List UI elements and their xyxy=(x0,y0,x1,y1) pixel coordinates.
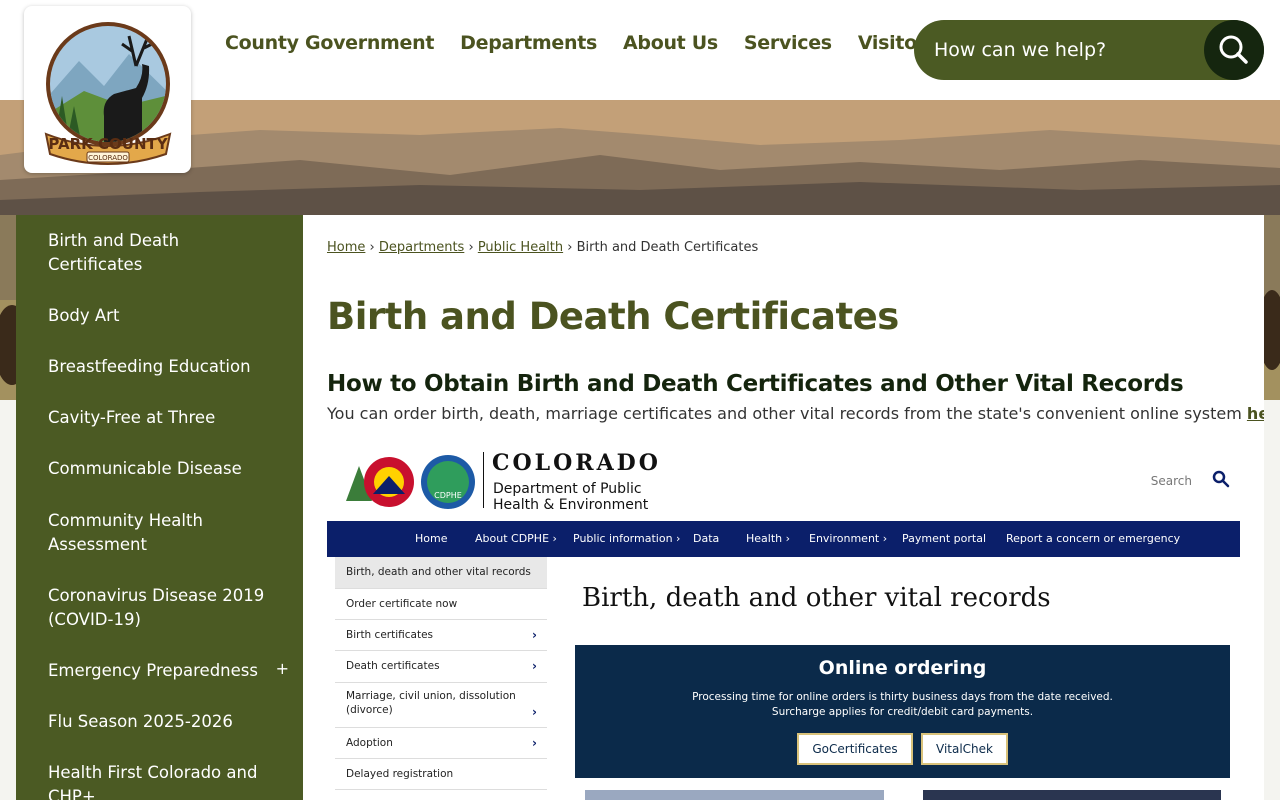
cdphe-screenshot-image[interactable]: CDPHE COLORADO Department of Public Heal… xyxy=(327,440,1240,800)
sidebar-item-body-art[interactable]: Body Art xyxy=(48,304,278,328)
here-link[interactable]: here xyxy=(1247,404,1264,423)
cdphe-side-item: Adoption › xyxy=(335,728,547,759)
sidebar-item-communicable-disease[interactable]: Communicable Disease xyxy=(48,457,278,481)
cdphe-nav-item: About CDPHE › xyxy=(475,532,557,545)
main-nav: County Government Departments About Us S… xyxy=(212,32,950,54)
cdphe-side-item: Order certificate now xyxy=(335,589,547,620)
cdphe-nav-item: Health › xyxy=(746,532,791,545)
thumbnail-image xyxy=(585,790,884,800)
online-ordering-text: Processing time for online orders is thi… xyxy=(575,690,1230,720)
cdphe-nav-item: Environment › xyxy=(809,532,888,545)
nav-about-us[interactable]: About Us xyxy=(623,32,718,54)
nav-departments[interactable]: Departments xyxy=(460,32,597,54)
cdphe-seal-text: CDPHE xyxy=(434,491,462,500)
gocertificates-button: GoCertificates xyxy=(797,733,913,765)
search-input[interactable]: How can we help? xyxy=(934,39,1106,61)
cdphe-side-label: Death certificates xyxy=(346,660,440,672)
cdphe-nav-item: Data xyxy=(693,532,720,545)
cdphe-side-label: Delayed registration xyxy=(346,768,454,780)
chevron-right-icon: › xyxy=(532,659,537,673)
cdphe-side-label: Marriage, civil union, dissolution (divo… xyxy=(346,690,516,716)
box-line-2: Surcharge applies for credit/debit card … xyxy=(771,706,1034,718)
breadcrumb-departments[interactable]: Departments xyxy=(379,240,464,255)
cdphe-side-item: Birth certificates › xyxy=(335,620,547,651)
sidebar-item-birth-death-certificates[interactable]: Birth and Death Certificates xyxy=(48,229,278,277)
cdphe-side-item: Delayed registration xyxy=(335,759,547,790)
sidebar-item-health-first-colorado[interactable]: Health First Colorado and CHP+ xyxy=(48,761,278,800)
breadcrumb: Home › Departments › Public Health › Bir… xyxy=(327,240,758,255)
search-icon xyxy=(1212,470,1230,488)
expand-icon[interactable]: + xyxy=(276,659,289,678)
logo-text: PARK COUNTY xyxy=(48,135,168,153)
search-button[interactable] xyxy=(1204,20,1264,80)
chevron-right-icon: › xyxy=(532,705,537,719)
chevron-right-icon: › xyxy=(532,736,537,750)
dept-line-2: Health & Environment xyxy=(493,497,649,513)
vitalchek-button: VitalChek xyxy=(921,733,1008,765)
cdphe-nav-item: Report a concern or emergency xyxy=(1006,532,1181,545)
main-content: Home › Departments › Public Health › Bir… xyxy=(303,215,1264,800)
chevron-right-icon: › xyxy=(532,628,537,642)
cdphe-nav-item: Home xyxy=(415,532,448,545)
divider xyxy=(483,452,484,508)
elk-logo-icon: PARK COUNTY COLORADO xyxy=(44,22,172,165)
breadcrumb-separator: › xyxy=(369,240,375,255)
cdphe-navbar: Home About CDPHE › Public information › … xyxy=(327,521,1240,557)
cdphe-side-label: Order certificate now xyxy=(346,598,458,610)
site-search[interactable]: How can we help? xyxy=(914,20,1264,80)
sidebar-item-flu-season[interactable]: Flu Season 2025-2026 xyxy=(48,710,278,734)
nav-county-government[interactable]: County Government xyxy=(225,32,434,54)
cdphe-nav-item: Public information › xyxy=(573,532,681,545)
cdphe-side-item: Birth, death and other vital records xyxy=(335,557,547,589)
cdphe-side-item: Marriage, civil union, dissolution (divo… xyxy=(335,683,547,728)
page-title: Birth and Death Certificates xyxy=(327,295,899,338)
dept-line-1: Department of Public xyxy=(493,481,642,497)
sidebar-item-community-health-assessment[interactable]: Community Health Assessment xyxy=(48,509,278,557)
cdphe-side-item: Death certificates › xyxy=(335,651,547,683)
box-line-1: Processing time for online orders is thi… xyxy=(692,691,1113,703)
intro-text: You can order birth, death, marriage cer… xyxy=(327,404,1264,423)
site-header: County Government Departments About Us S… xyxy=(0,0,1280,100)
breadcrumb-separator: › xyxy=(468,240,474,255)
intro-text-before: You can order birth, death, marriage cer… xyxy=(327,404,1247,423)
cdphe-search-label: Search xyxy=(1150,474,1192,488)
cdphe-page-heading: Birth, death and other vital records xyxy=(582,583,1051,613)
breadcrumb-public-health[interactable]: Public Health xyxy=(478,240,563,255)
sidebar-item-breastfeeding-education[interactable]: Breastfeeding Education xyxy=(48,355,278,379)
online-ordering-box: Online ordering Processing time for onli… xyxy=(575,645,1230,778)
colorado-logo-icon: CDPHE xyxy=(346,455,475,509)
online-ordering-title: Online ordering xyxy=(818,657,987,679)
thumbnail-image xyxy=(923,790,1221,800)
park-county-logo[interactable]: PARK COUNTY COLORADO xyxy=(24,6,191,173)
nav-services[interactable]: Services xyxy=(744,32,832,54)
cdphe-side-label: Adoption xyxy=(346,737,393,749)
cdphe-side-label: Birth, death and other vital records xyxy=(346,566,531,578)
breadcrumb-home[interactable]: Home xyxy=(327,240,365,255)
sidebar-item-cavity-free[interactable]: Cavity-Free at Three xyxy=(48,406,278,430)
cdphe-wordmark: COLORADO xyxy=(492,450,661,476)
cdphe-dept-name: Department of Public Health & Environmen… xyxy=(493,481,648,513)
cdphe-nav-item: Payment portal xyxy=(902,532,986,545)
search-icon xyxy=(1219,35,1248,64)
section-sidebar: Birth and Death Certificates Body Art Br… xyxy=(16,215,303,800)
sidebar-item-covid-19[interactable]: Coronavirus Disease 2019 (COVID-19) xyxy=(48,584,278,632)
logo-subtext: COLORADO xyxy=(88,154,128,162)
breadcrumb-separator: › xyxy=(567,240,573,255)
section-heading: How to Obtain Birth and Death Certificat… xyxy=(327,371,1184,397)
cdphe-side-label: Birth certificates xyxy=(346,629,433,641)
breadcrumb-current: Birth and Death Certificates xyxy=(576,240,759,255)
sidebar-item-emergency-preparedness[interactable]: Emergency Preparedness xyxy=(48,659,278,683)
